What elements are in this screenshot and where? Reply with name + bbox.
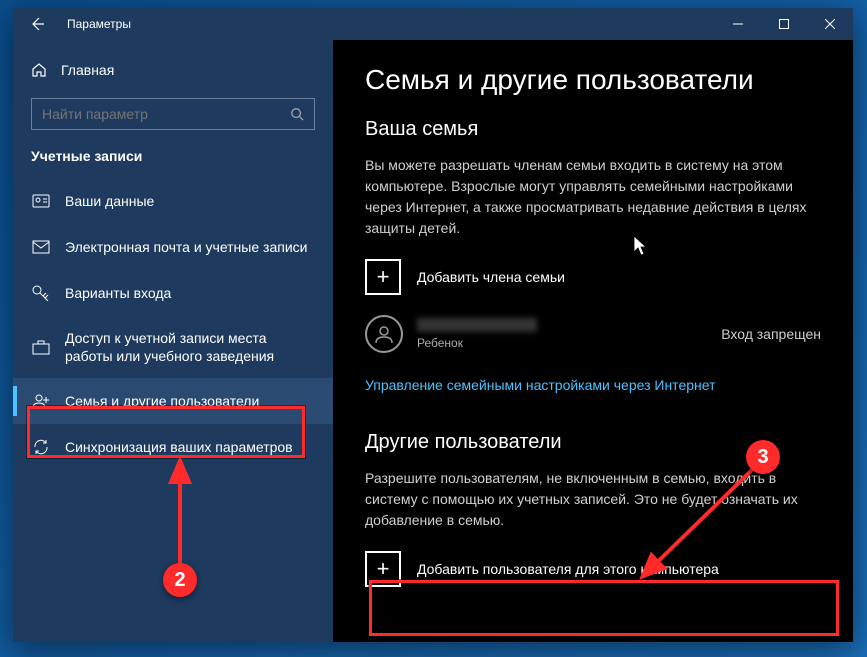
member-type: Ребенок [417, 336, 707, 350]
family-description: Вы можете разрешать членам семьи входить… [365, 155, 821, 239]
sidebar-item-label: Варианты входа [65, 284, 315, 302]
home-button[interactable]: Главная [13, 52, 333, 88]
section-title: Учетные записи [13, 148, 333, 178]
window-controls [715, 8, 853, 40]
plus-icon: + [365, 259, 401, 295]
add-family-member-button[interactable]: + Добавить члена семьи [365, 259, 821, 295]
family-section-title: Ваша семья [365, 118, 821, 141]
sidebar-item-label: Семья и другие пользователи [65, 392, 315, 410]
search-input[interactable] [42, 106, 290, 122]
sidebar-item-label: Электронная почта и учетные записи [65, 238, 315, 256]
manage-family-link[interactable]: Управление семейными настройками через И… [365, 377, 715, 393]
member-status: Вход запрещен [721, 326, 821, 342]
arrow-left-icon [29, 16, 45, 32]
sidebar-item-signin-options[interactable]: Варианты входа [13, 270, 333, 316]
others-description: Разрешите пользователям, не включенным в… [365, 468, 821, 531]
maximize-button[interactable] [761, 8, 807, 40]
sync-icon [32, 438, 50, 456]
people-plus-icon [32, 393, 50, 409]
sidebar-item-label: Ваши данные [65, 192, 315, 210]
key-icon [32, 285, 50, 301]
search-box[interactable] [31, 98, 315, 130]
sidebar-item-sync[interactable]: Синхронизация ваших параметров [13, 424, 333, 470]
add-other-label: Добавить пользователя для этого компьюте… [417, 561, 719, 577]
home-label: Главная [61, 62, 114, 78]
close-button[interactable] [807, 8, 853, 40]
settings-window: Параметры Главная Учетные записи Ваши да… [13, 8, 853, 642]
add-family-label: Добавить члена семьи [417, 269, 565, 285]
window-title: Параметры [67, 17, 131, 31]
family-member-row[interactable]: Ребенок Вход запрещен [365, 315, 821, 353]
mail-icon [32, 240, 50, 254]
sidebar-item-your-info[interactable]: Ваши данные [13, 178, 333, 224]
minimize-icon [733, 19, 743, 29]
main-content: Семья и другие пользователи Ваша семья В… [333, 40, 853, 642]
home-icon [31, 62, 47, 78]
search-icon [290, 107, 304, 121]
page-title: Семья и другие пользователи [365, 64, 821, 96]
close-icon [825, 19, 835, 29]
back-button[interactable] [13, 8, 61, 40]
member-info: Ребенок [417, 318, 707, 350]
add-other-user-button[interactable]: + Добавить пользователя для этого компью… [365, 551, 821, 587]
user-icon [373, 323, 395, 345]
member-name-redacted [417, 318, 537, 332]
sidebar-item-label: Синхронизация ваших параметров [65, 438, 315, 456]
window-body: Главная Учетные записи Ваши данные Элект… [13, 40, 853, 642]
plus-icon: + [365, 551, 401, 587]
avatar [365, 315, 403, 353]
sidebar: Главная Учетные записи Ваши данные Элект… [13, 40, 333, 642]
id-card-icon [32, 194, 50, 208]
sidebar-item-email-accounts[interactable]: Электронная почта и учетные записи [13, 224, 333, 270]
briefcase-icon [32, 339, 50, 355]
sidebar-item-label: Доступ к учетной записи места работы или… [65, 329, 315, 365]
sidebar-item-work-school[interactable]: Доступ к учетной записи места работы или… [13, 316, 333, 378]
minimize-button[interactable] [715, 8, 761, 40]
maximize-icon [779, 19, 789, 29]
others-section-title: Другие пользователи [365, 431, 821, 454]
sidebar-item-family[interactable]: Семья и другие пользователи [13, 378, 333, 424]
titlebar: Параметры [13, 8, 853, 40]
